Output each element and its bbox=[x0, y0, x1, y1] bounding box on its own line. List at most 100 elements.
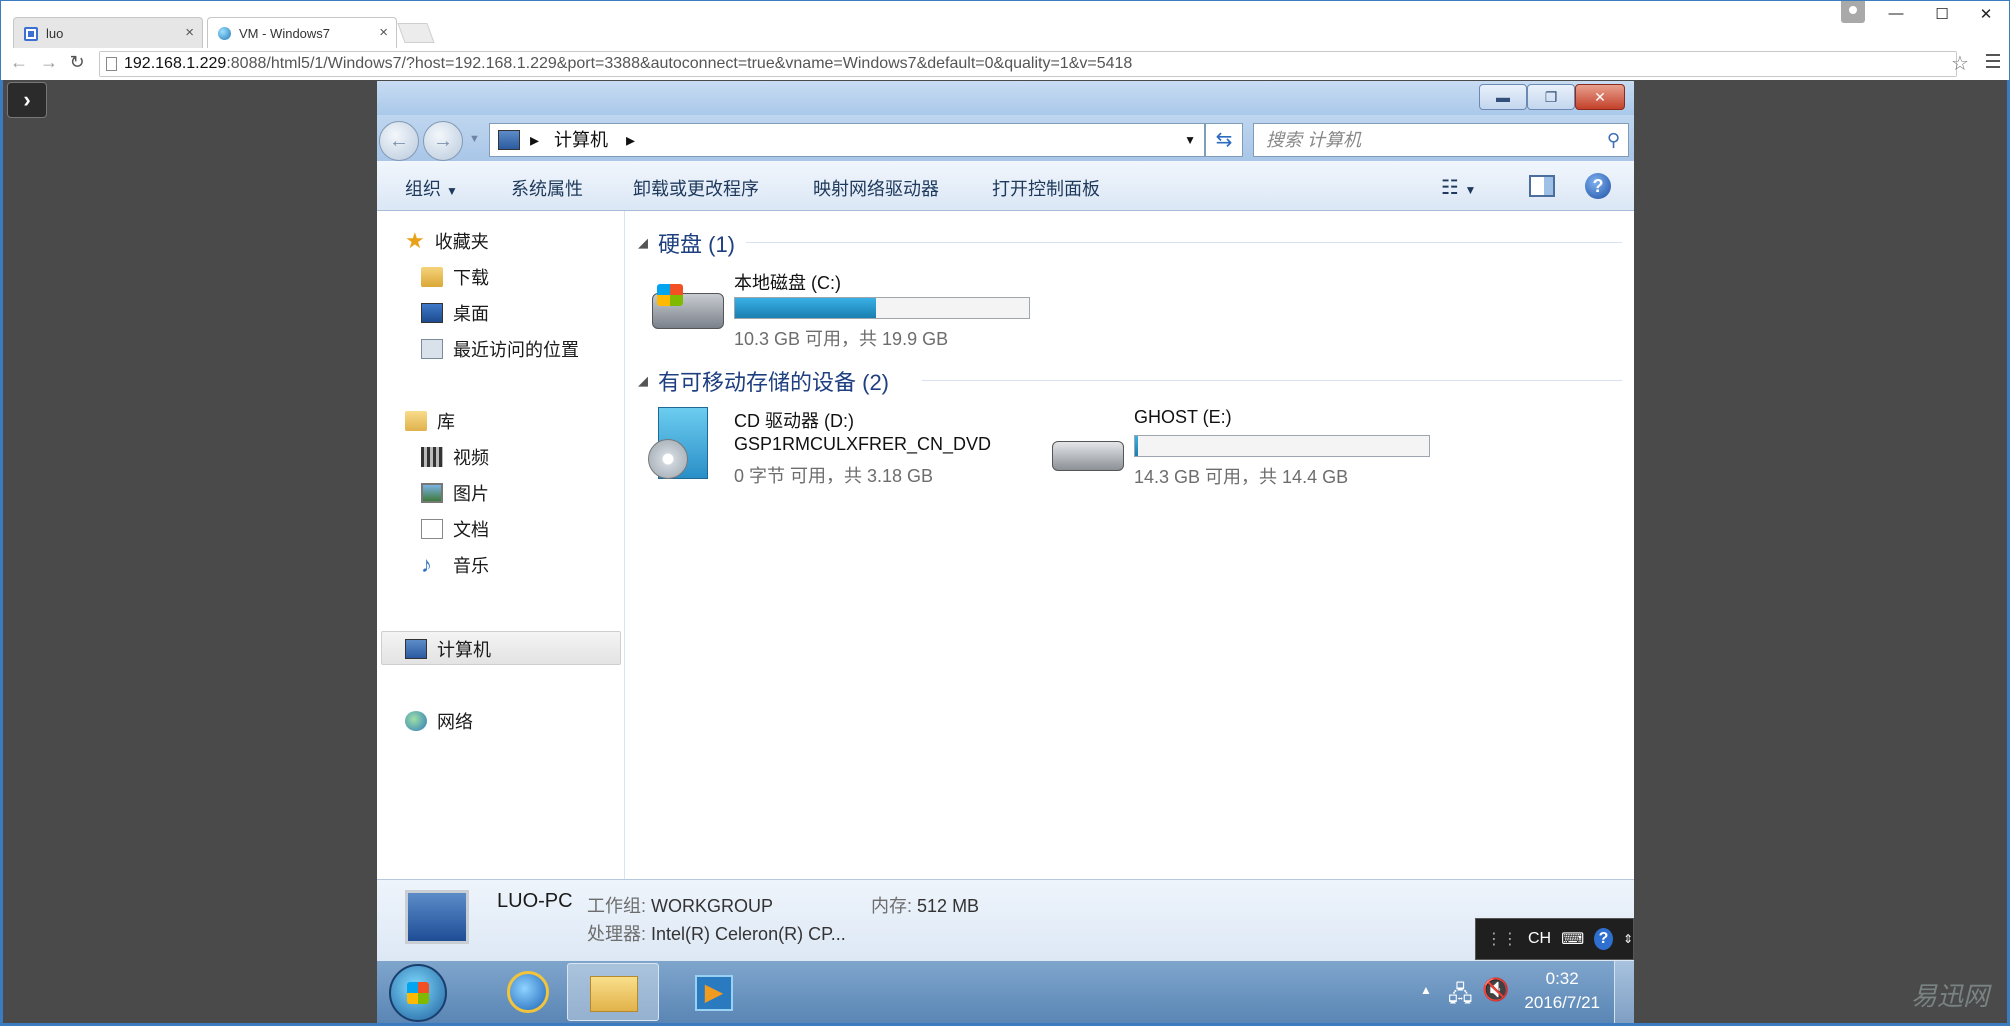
navigation-pane: ★ 收藏夹 下载 桌面 最近访问的位置 库 视频 图片 文档 ♪ 音乐 计算机 … bbox=[377, 211, 625, 879]
nav-label: 计算机 bbox=[437, 640, 491, 660]
system-properties-button[interactable]: 系统属性 bbox=[511, 175, 583, 201]
keyboard-icon[interactable]: ⌨ bbox=[1561, 929, 1584, 949]
computer-icon bbox=[405, 639, 427, 659]
address-row: ← → ▼ ▸ 计算机 ▸ ▼ ⇆ 搜索 计算机 ⚲ bbox=[377, 115, 1634, 161]
search-icon[interactable]: ⚲ bbox=[1607, 124, 1620, 156]
sidebar-toggle-chevron-icon[interactable]: › bbox=[7, 82, 47, 118]
maximize-button[interactable]: ☐ bbox=[1919, 5, 1965, 23]
new-tab-button[interactable] bbox=[397, 23, 435, 43]
user-profile-icon[interactable] bbox=[1841, 1, 1865, 23]
disc-icon bbox=[648, 439, 688, 479]
explorer-address-bar[interactable]: ▸ 计算机 ▸ ▼ bbox=[489, 123, 1205, 157]
nav-libraries[interactable]: 库 bbox=[405, 407, 455, 435]
nav-videos[interactable]: 视频 bbox=[421, 443, 489, 471]
win-close-button[interactable]: ✕ bbox=[1575, 84, 1625, 110]
close-tab-icon[interactable]: × bbox=[379, 24, 388, 41]
back-icon[interactable]: ← bbox=[379, 121, 419, 161]
start-button[interactable] bbox=[389, 964, 447, 1022]
help-icon[interactable]: ? bbox=[1594, 928, 1613, 950]
drive-usage-fill bbox=[1135, 436, 1138, 456]
minimize-button[interactable]: — bbox=[1873, 5, 1919, 22]
uninstall-program-button[interactable]: 卸载或更改程序 bbox=[633, 175, 759, 201]
window-titlebar[interactable]: ▬ ❐ ✕ bbox=[377, 81, 1634, 115]
organize-button[interactable]: 组织 ▼ bbox=[405, 175, 458, 201]
drive-e[interactable]: GHOST (E:) 14.3 GB 可用，共 14.4 GB bbox=[1044, 407, 1444, 497]
nav-favorites[interactable]: ★ 收藏夹 bbox=[405, 227, 489, 255]
documents-icon bbox=[421, 519, 443, 539]
breadcrumb-computer[interactable]: 计算机 bbox=[554, 124, 608, 156]
options-chevron-icon[interactable]: ⇕ bbox=[1623, 932, 1633, 946]
breadcrumb-arrow-icon[interactable]: ▸ bbox=[626, 124, 635, 156]
group-title: 有可移动存储的设备 (2) bbox=[658, 370, 890, 395]
help-icon[interactable]: ? bbox=[1585, 173, 1611, 199]
group-divider bbox=[922, 380, 1622, 381]
group-header-removable[interactable]: ◢ 有可移动存储的设备 (2) bbox=[638, 365, 889, 397]
show-desktop-button[interactable] bbox=[1614, 961, 1634, 1023]
nav-label: 文档 bbox=[453, 520, 489, 540]
win-minimize-button[interactable]: ▬ bbox=[1479, 84, 1527, 110]
nav-pictures[interactable]: 图片 bbox=[421, 479, 489, 507]
drag-handle-icon[interactable]: ⋮⋮ bbox=[1486, 929, 1518, 949]
chrome-menu-icon[interactable] bbox=[1986, 54, 2000, 72]
reload-icon[interactable]: ↻ bbox=[65, 52, 89, 73]
nav-documents[interactable]: 文档 bbox=[421, 515, 489, 543]
tab-vm-windows7[interactable]: VM - Windows7 × bbox=[207, 17, 397, 49]
content-pane: ◢ 硬盘 (1) 本地磁盘 (C:) 10.3 GB 可用，共 19.9 GB … bbox=[626, 211, 1634, 879]
drive-name: GHOST (E:) bbox=[1134, 407, 1232, 427]
nav-desktop[interactable]: 桌面 bbox=[421, 299, 489, 327]
collapse-triangle-icon[interactable]: ◢ bbox=[638, 373, 648, 389]
view-options-icon[interactable]: ☷ ▼ bbox=[1441, 175, 1476, 200]
forward-icon[interactable]: → bbox=[423, 121, 463, 161]
network-globe-icon bbox=[405, 711, 427, 731]
drive-c[interactable]: 本地磁盘 (C:) 10.3 GB 可用，共 19.9 GB bbox=[644, 269, 1044, 359]
drive-usage-bar bbox=[1134, 435, 1430, 457]
nav-music[interactable]: ♪ 音乐 bbox=[421, 551, 489, 579]
folder-icon bbox=[590, 976, 638, 1012]
nav-network[interactable]: 网络 bbox=[405, 707, 473, 735]
address-bar[interactable]: 192.168.1.229:8088/html5/1/Windows7/?hos… bbox=[99, 51, 1957, 77]
refresh-icon[interactable]: ⇆ bbox=[1205, 123, 1243, 157]
show-hidden-icons-icon[interactable]: ▲ bbox=[1420, 983, 1432, 997]
group-divider bbox=[746, 242, 1622, 243]
breadcrumb-arrow-icon[interactable]: ▸ bbox=[530, 124, 539, 156]
drive-d[interactable]: CD 驱动器 (D:) GSP1RMCULXFRER_CN_DVD 0 字节 可… bbox=[644, 407, 1024, 497]
nav-label: 库 bbox=[437, 412, 455, 432]
nav-downloads[interactable]: 下载 bbox=[421, 263, 489, 291]
clock[interactable]: 0:32 2016/7/21 bbox=[1524, 967, 1600, 1015]
group-title: 硬盘 (1) bbox=[658, 232, 736, 257]
downloads-folder-icon bbox=[421, 267, 443, 287]
page-icon bbox=[106, 57, 117, 71]
close-tab-icon[interactable]: × bbox=[185, 24, 194, 41]
taskbar-media-player[interactable]: ▶ bbox=[667, 963, 759, 1021]
open-control-panel-button[interactable]: 打开控制面板 bbox=[992, 175, 1100, 201]
language-indicator[interactable]: CH bbox=[1528, 930, 1551, 948]
taskbar-ie[interactable] bbox=[481, 963, 573, 1021]
address-dropdown-icon[interactable]: ▼ bbox=[1184, 124, 1196, 156]
url-host: 192.168.1.229 bbox=[124, 55, 227, 72]
pictures-icon bbox=[421, 483, 443, 503]
back-arrow-icon[interactable]: ← bbox=[7, 52, 31, 73]
desktop-icon bbox=[421, 303, 443, 323]
drive-space-info: 0 字节 可用，共 3.18 GB bbox=[734, 466, 934, 486]
tab-luo[interactable]: luo × bbox=[13, 17, 203, 49]
recent-pages-chevron-icon[interactable]: ▼ bbox=[469, 133, 480, 145]
bookmark-star-icon[interactable]: ☆ bbox=[1951, 51, 1969, 76]
win-restore-button[interactable]: ❐ bbox=[1527, 84, 1575, 110]
preview-pane-icon[interactable] bbox=[1529, 175, 1555, 197]
close-window-button[interactable]: ✕ bbox=[1963, 5, 2009, 23]
forward-arrow-icon[interactable]: → bbox=[37, 52, 61, 73]
nav-computer[interactable]: 计算机 bbox=[405, 635, 491, 663]
volume-muted-icon[interactable]: 🔇 bbox=[1482, 977, 1509, 1003]
search-input[interactable]: 搜索 计算机 ⚲ bbox=[1253, 123, 1629, 157]
clock-time: 0:32 bbox=[1545, 969, 1579, 988]
nav-recent[interactable]: 最近访问的位置 bbox=[421, 335, 579, 363]
clock-date: 2016/7/21 bbox=[1524, 993, 1600, 1012]
usb-drive-icon bbox=[1052, 441, 1124, 471]
collapse-triangle-icon[interactable]: ◢ bbox=[638, 235, 648, 251]
group-header-hard-disks[interactable]: ◢ 硬盘 (1) bbox=[638, 227, 735, 259]
map-network-drive-button[interactable]: 映射网络驱动器 bbox=[813, 175, 939, 201]
taskbar-explorer[interactable] bbox=[567, 963, 659, 1021]
network-icon[interactable]: 🖧 bbox=[1448, 977, 1473, 1015]
language-bar[interactable]: ⋮⋮ CH ⌨ ? ⇕ bbox=[1475, 918, 1634, 960]
watermark: 易迅网 bbox=[1910, 981, 1989, 1011]
